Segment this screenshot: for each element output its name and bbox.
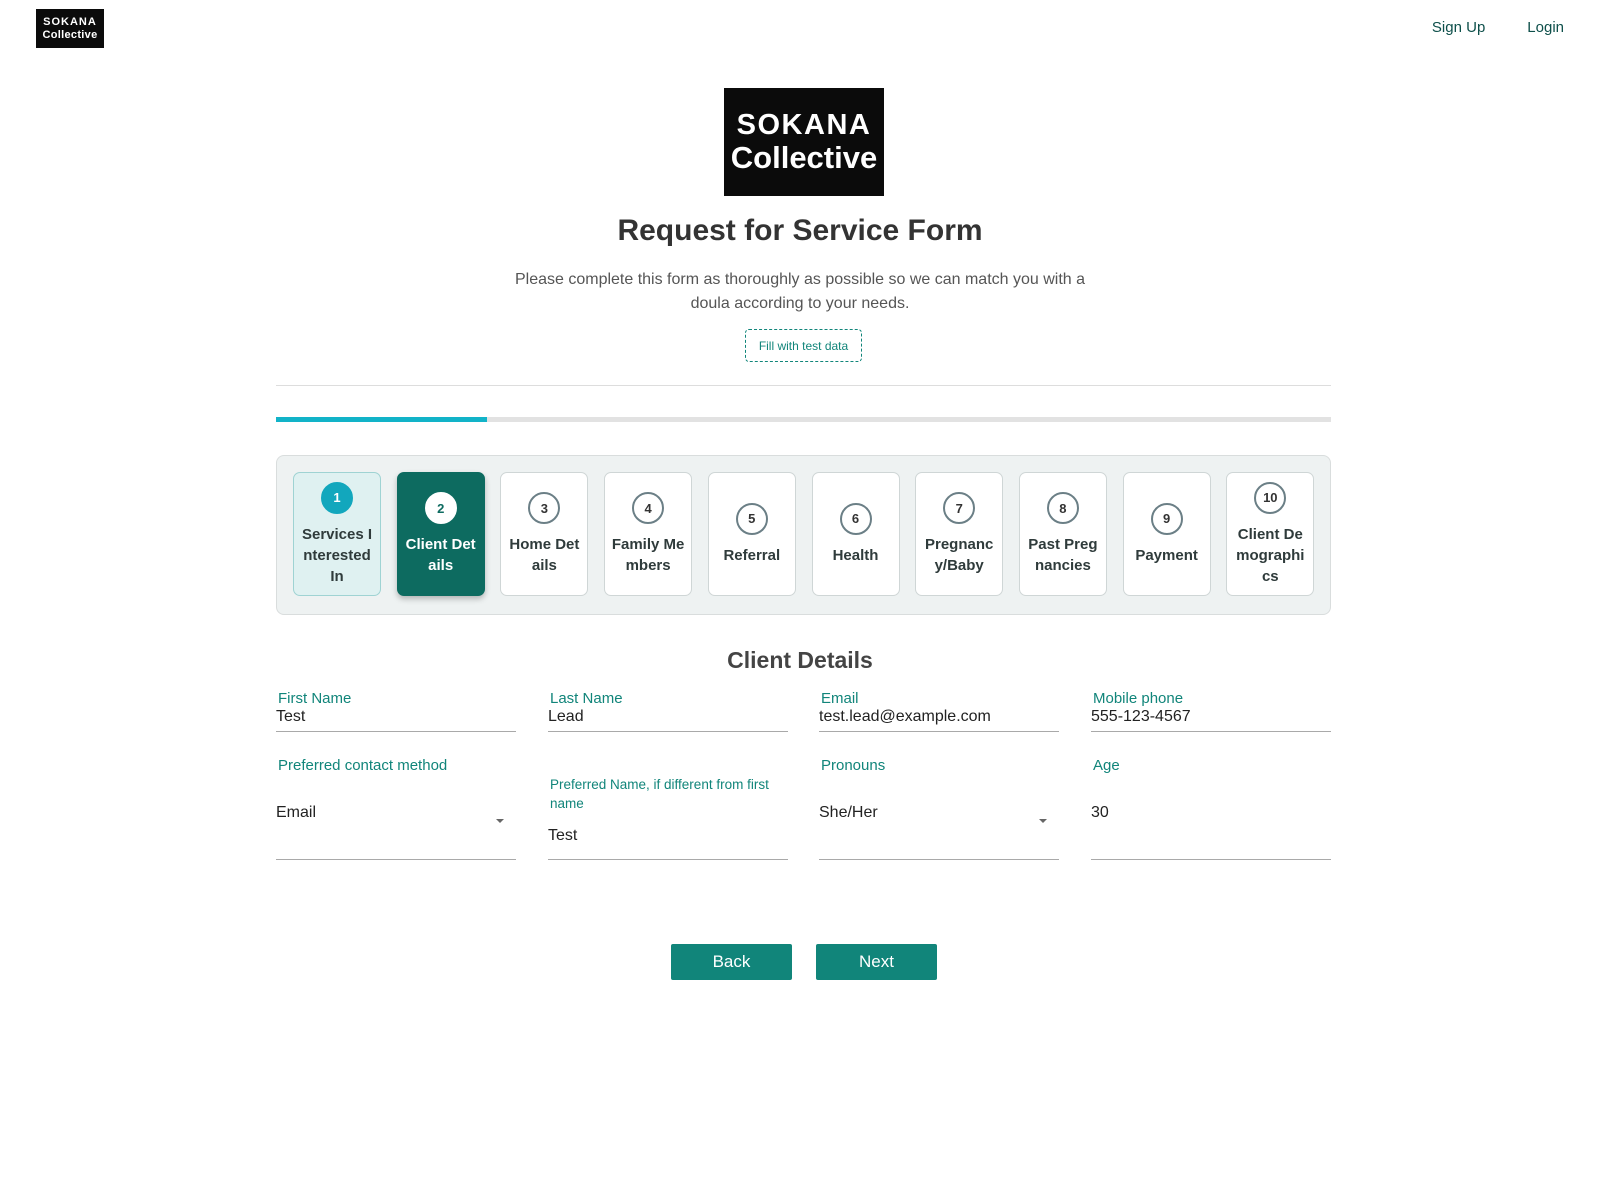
step-3[interactable]: 3 Home Details: [500, 472, 589, 596]
back-button[interactable]: Back: [671, 944, 792, 980]
step-label: Health: [832, 546, 879, 564]
pronouns-select[interactable]: Pronouns She/Her: [819, 757, 1059, 860]
mobile-phone-input[interactable]: [1091, 708, 1331, 726]
chevron-down-icon: [496, 819, 504, 823]
step-7[interactable]: 7 Pregnancy/Baby: [915, 472, 1004, 596]
chevron-down-icon: [1039, 819, 1047, 823]
last-name-label: Last Name: [550, 690, 623, 707]
email-label: Email: [821, 690, 859, 707]
step-number-badge: 4: [632, 492, 665, 524]
step-navigator: 1 Services Interested In 2 Client Details 3 H…: [276, 455, 1331, 615]
last-name-input[interactable]: [548, 708, 788, 726]
step-number-badge: 8: [1046, 492, 1079, 524]
preferred-name-input[interactable]: [548, 827, 788, 845]
step-number-badge: 6: [839, 502, 872, 535]
contact-method-select[interactable]: Preferred contact method Email: [276, 757, 516, 860]
login-link[interactable]: Login: [1527, 19, 1564, 36]
step-label: Client Details: [405, 536, 476, 574]
page-subtitle: Please complete this form as thoroughly …: [514, 271, 1086, 312]
age-label: Age: [1093, 757, 1120, 774]
step-9[interactable]: 9 Payment: [1122, 472, 1211, 596]
next-button[interactable]: Next: [816, 944, 937, 980]
step-number-badge: 1: [321, 481, 353, 514]
pronouns-label: Pronouns: [821, 757, 886, 774]
signup-link[interactable]: Sign Up: [1432, 19, 1485, 36]
step-label: Client Demographics: [1236, 525, 1305, 585]
top-nav: Sign Up Login: [1432, 19, 1564, 36]
logo-text-line2: Collective: [42, 28, 98, 41]
progress-bar: [276, 417, 1331, 422]
step-label: Past Pregnancies: [1028, 536, 1098, 574]
header-divider: [276, 385, 1331, 386]
mobile-phone-label: Mobile phone: [1093, 690, 1184, 707]
page-title: Request for Service Form: [617, 214, 983, 247]
step-number-badge: 3: [528, 492, 561, 524]
preferred-name-label: Preferred Name, if different from first …: [550, 777, 769, 811]
step-label: Pregnancy/Baby: [925, 536, 994, 574]
step-number-badge: 2: [424, 492, 457, 524]
header-logo-line2: Collective: [730, 140, 878, 175]
last-name-field[interactable]: Last Name: [548, 690, 788, 732]
step-number-badge: 7: [943, 492, 976, 524]
age-field[interactable]: Age: [1091, 757, 1331, 860]
step-label: Family Members: [611, 536, 685, 574]
progress-bar-fill: [276, 417, 487, 422]
fill-test-data-button[interactable]: Fill with test data: [745, 329, 862, 362]
step-2[interactable]: 2 Client Details: [396, 472, 485, 596]
section-title: Client Details: [727, 647, 873, 673]
step-number-badge: 10: [1254, 481, 1287, 514]
step-number-badge: 5: [735, 502, 768, 535]
step-6[interactable]: 6 Health: [811, 472, 900, 596]
mobile-phone-field[interactable]: Mobile phone: [1091, 690, 1331, 732]
top-bar: SOKANA Collective Sign Up Login: [0, 0, 1600, 60]
step-number-badge: 9: [1150, 502, 1183, 535]
brand-logo[interactable]: SOKANA Collective: [36, 9, 104, 48]
email-input[interactable]: [819, 708, 1059, 726]
step-1[interactable]: 1 Services Interested In: [293, 472, 381, 596]
contact-method-label: Preferred contact method: [278, 757, 448, 774]
step-10[interactable]: 10 Client Demographics: [1226, 472, 1315, 596]
header-logo: SOKANA Collective: [724, 88, 884, 196]
first-name-field[interactable]: First Name: [276, 690, 516, 732]
preferred-name-field[interactable]: Preferred Name, if different from first …: [548, 757, 788, 860]
email-field[interactable]: Email: [819, 690, 1059, 732]
step-label: Services Interested In: [301, 525, 373, 585]
step-8[interactable]: 8 Past Pregnancies: [1018, 472, 1107, 596]
step-5[interactable]: 5 Referral: [707, 472, 796, 596]
step-label: Payment: [1135, 546, 1198, 564]
logo-text-line1: SOKANA: [43, 15, 97, 28]
step-label: Referral: [723, 546, 781, 564]
pronouns-value: She/Her: [819, 804, 878, 821]
first-name-input[interactable]: [276, 708, 516, 726]
first-name-label: First Name: [278, 690, 352, 707]
step-4[interactable]: 4 Family Members: [604, 472, 693, 596]
contact-method-value: Email: [276, 804, 317, 821]
step-label: Home Details: [509, 536, 580, 574]
age-input[interactable]: [1091, 804, 1331, 822]
header-logo-line1: SOKANA: [736, 109, 872, 141]
